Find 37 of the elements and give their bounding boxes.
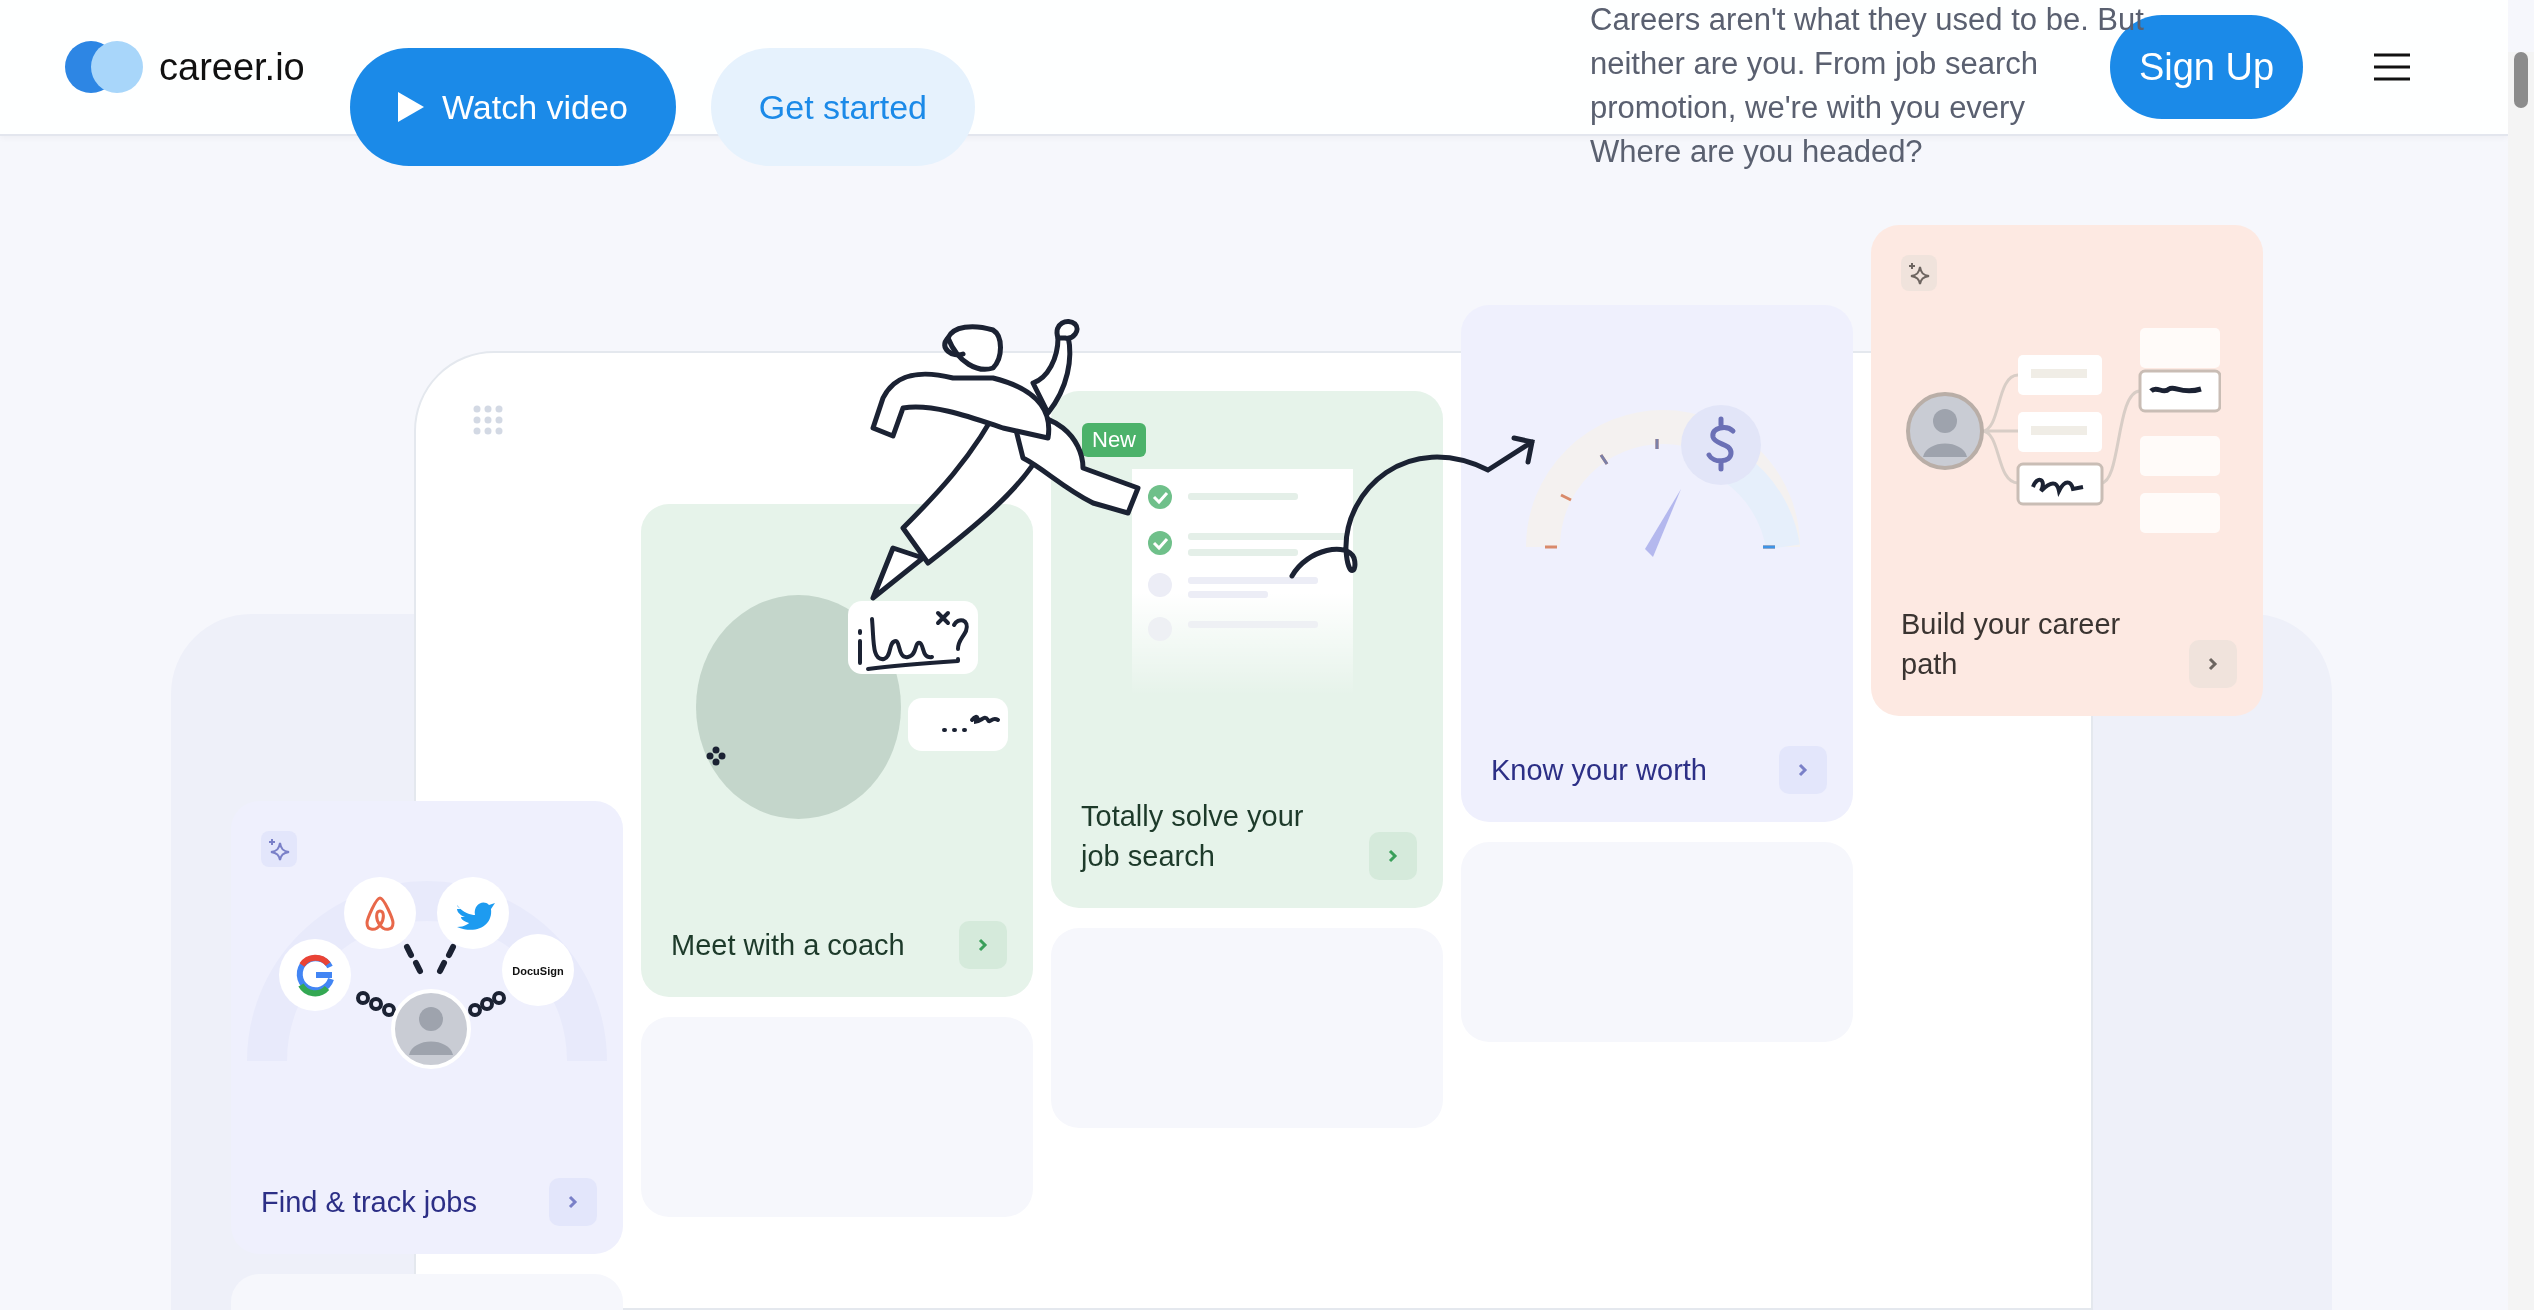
chevron-right-icon — [978, 938, 988, 952]
watch-video-button[interactable]: Watch video — [350, 48, 676, 166]
logo-text: career.io — [159, 45, 305, 89]
logo-icon — [65, 41, 145, 93]
airbnb-logo — [344, 877, 416, 949]
hero-question: Where are you headed? — [1590, 133, 1923, 171]
card-arrow-button[interactable] — [1369, 832, 1417, 880]
menu-icon[interactable] — [2372, 51, 2412, 83]
card-arrow-button[interactable] — [1779, 746, 1827, 794]
docusign-logo: DocuSign — [502, 934, 574, 1006]
card-title: Build your career path — [1901, 607, 2122, 682]
scrollbar-thumb[interactable] — [2514, 52, 2528, 108]
intro-text-line: promotion, we're with you every — [1590, 89, 2025, 127]
card-title: Totally solve your job search — [1081, 799, 1305, 874]
intro-text-line: neither are you. From job search — [1590, 45, 2038, 83]
card-arrow-button[interactable] — [2189, 640, 2237, 688]
dotted-connector — [404, 944, 423, 974]
sparkle-icon — [706, 746, 726, 766]
card-title: Know your worth — [1491, 753, 1707, 788]
twitter-logo — [437, 877, 509, 949]
play-icon — [398, 92, 424, 122]
chevron-right-icon — [1388, 849, 1398, 863]
chevron-right-icon — [1798, 763, 1808, 777]
chevron-right-icon — [568, 1195, 578, 1209]
get-started-button[interactable]: Get started — [710, 48, 976, 166]
google-logo — [279, 939, 351, 1011]
dotted-connector — [356, 991, 396, 1017]
card-arrow-button[interactable] — [549, 1178, 597, 1226]
dotted-connector — [468, 991, 506, 1017]
grid-dots-icon — [473, 405, 503, 435]
new-badge: New — [1082, 423, 1146, 457]
card-arrow-button[interactable] — [959, 921, 1007, 969]
card-title: Find & track jobs — [261, 1185, 477, 1220]
dotted-connector — [437, 944, 456, 974]
logo[interactable]: career.io — [65, 41, 305, 93]
card-title: Meet with a coach — [671, 928, 905, 963]
chevron-right-icon — [2208, 657, 2218, 671]
